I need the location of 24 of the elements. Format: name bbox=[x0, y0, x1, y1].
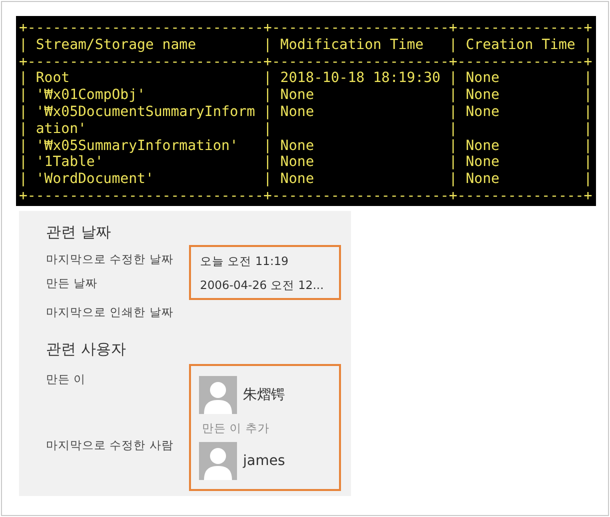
console-line: | Stream/Storage name | Modification Time | Creation Time | bbox=[19, 36, 594, 54]
property-label: 마지막으로 수정한 사람 bbox=[46, 438, 174, 452]
property-value[interactable]: 2006-04-26 오전 12... bbox=[200, 273, 339, 297]
property-label: 마지막으로 인쇄한 날짜 bbox=[46, 304, 174, 321]
property-label: 만든 날짜 bbox=[46, 275, 99, 292]
console-line: | '₩x05SummaryInformation' | None | None | bbox=[19, 138, 594, 154]
console-line: | Root | 2018-10-18 18:19:30 | None | bbox=[19, 70, 594, 88]
person-name[interactable]: james bbox=[243, 453, 286, 469]
console-line: | '₩x01CompObj' | None | None | bbox=[19, 87, 594, 104]
avatar-icon bbox=[199, 442, 237, 480]
avatar-icon bbox=[199, 376, 237, 414]
console-line: +----------------------------+---------------------+---------------+ bbox=[19, 54, 594, 70]
property-label: 마지막으로 수정한 날짜 bbox=[46, 251, 174, 268]
section-heading: 관련 날짜 bbox=[46, 223, 112, 243]
property-label: 만든 이 bbox=[46, 372, 86, 386]
console-line: +----------------------------+---------------------+---------------+ bbox=[19, 20, 594, 37]
console-line: | '1Table' | None | None | bbox=[19, 154, 594, 172]
section-heading: 관련 사용자 bbox=[46, 340, 127, 360]
console-line: | 'WordDocument' | None | None | bbox=[19, 171, 594, 188]
property-value[interactable]: 오늘 오전 11:19 bbox=[200, 249, 339, 273]
person-name[interactable]: 朱熠锷 bbox=[243, 386, 285, 404]
console-line: +----------------------------+---------------------+---------------+ bbox=[19, 188, 594, 205]
console-line: | '₩x05DocumentSummaryInform | None | None | bbox=[19, 104, 594, 121]
console-line: | ation' | | | bbox=[19, 120, 594, 138]
